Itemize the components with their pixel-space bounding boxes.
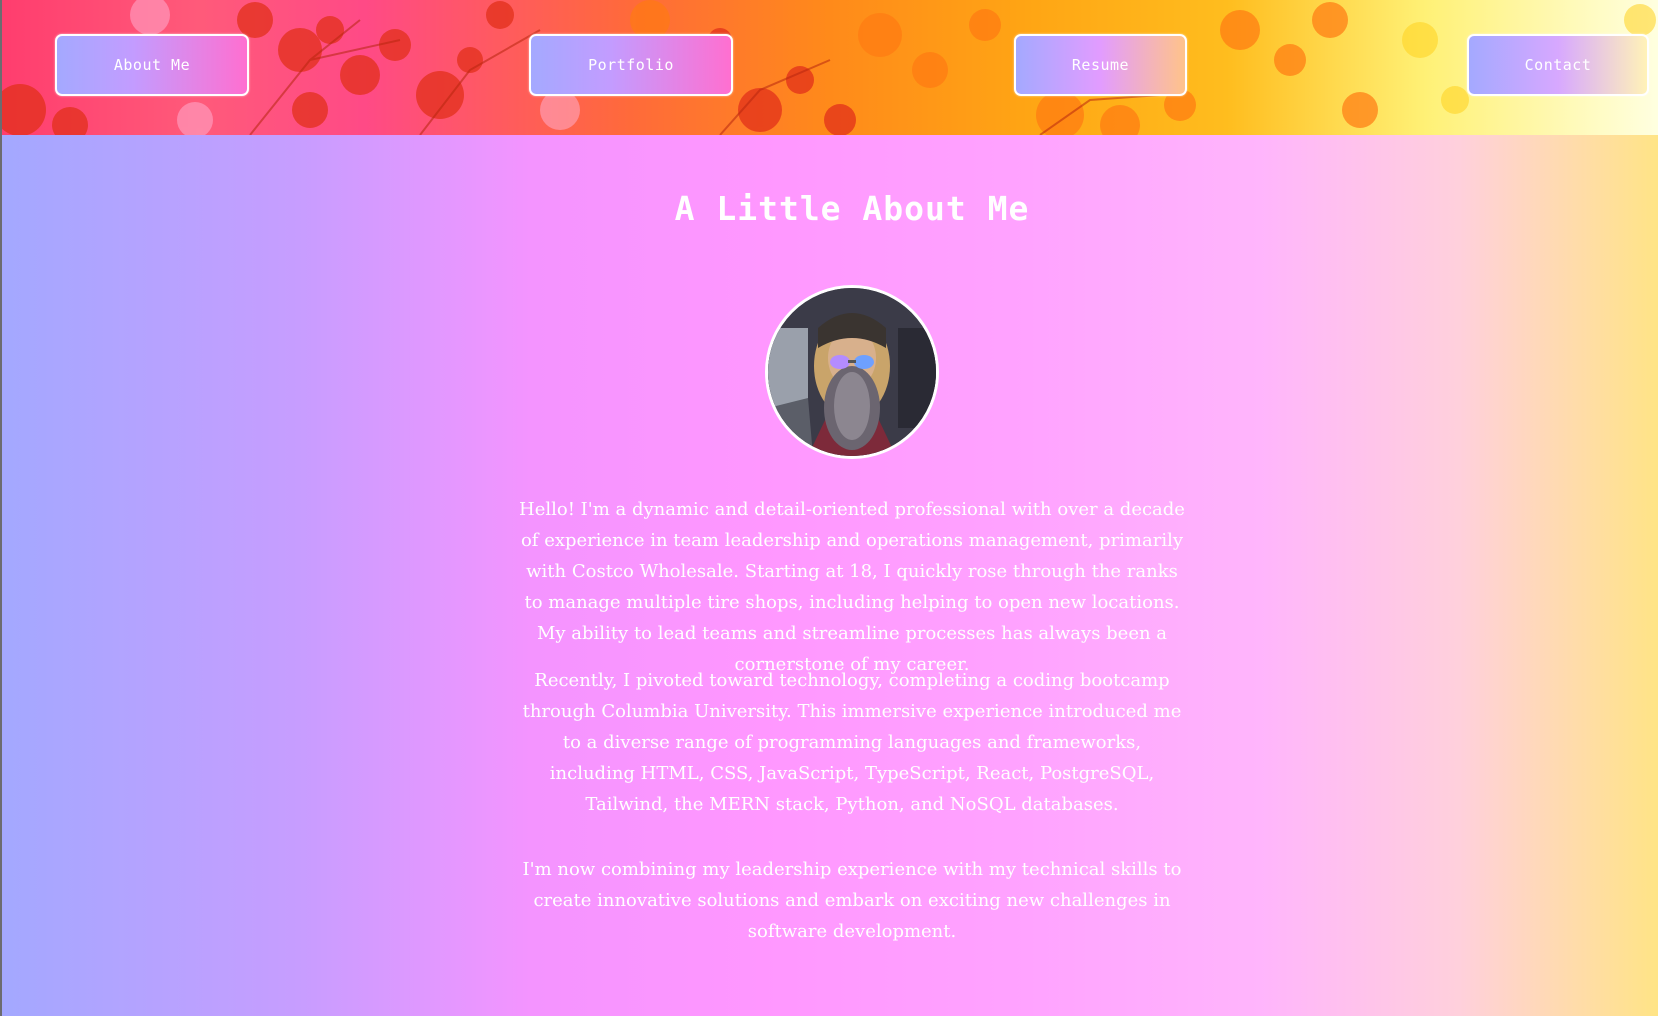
window-edge [0,0,2,1016]
bio-paragraph-goals: I'm now combining my leadership experien… [522,859,1182,942]
nav-portfolio-button[interactable]: Portfolio [529,34,733,96]
profile-photo [768,288,936,456]
about-section: A Little About Me Hello! I'm a dynamic a… [0,135,1658,1016]
bio-paragraph-bootcamp: Recently, I pivoted toward technology, c… [522,670,1182,815]
nav-about-me-button[interactable]: About Me [55,34,249,96]
nav-contact-button[interactable]: Contact [1467,34,1649,96]
portfolio-page: About Me Portfolio Resume Contact A Litt… [0,0,1658,1016]
site-header: About Me Portfolio Resume Contact [0,0,1658,135]
about-title: A Little About Me [674,189,1030,228]
profile-avatar [765,285,939,459]
bio-paragraph-intro: Hello! I'm a dynamic and detail-oriented… [519,499,1185,675]
nav-resume-button[interactable]: Resume [1014,34,1187,96]
